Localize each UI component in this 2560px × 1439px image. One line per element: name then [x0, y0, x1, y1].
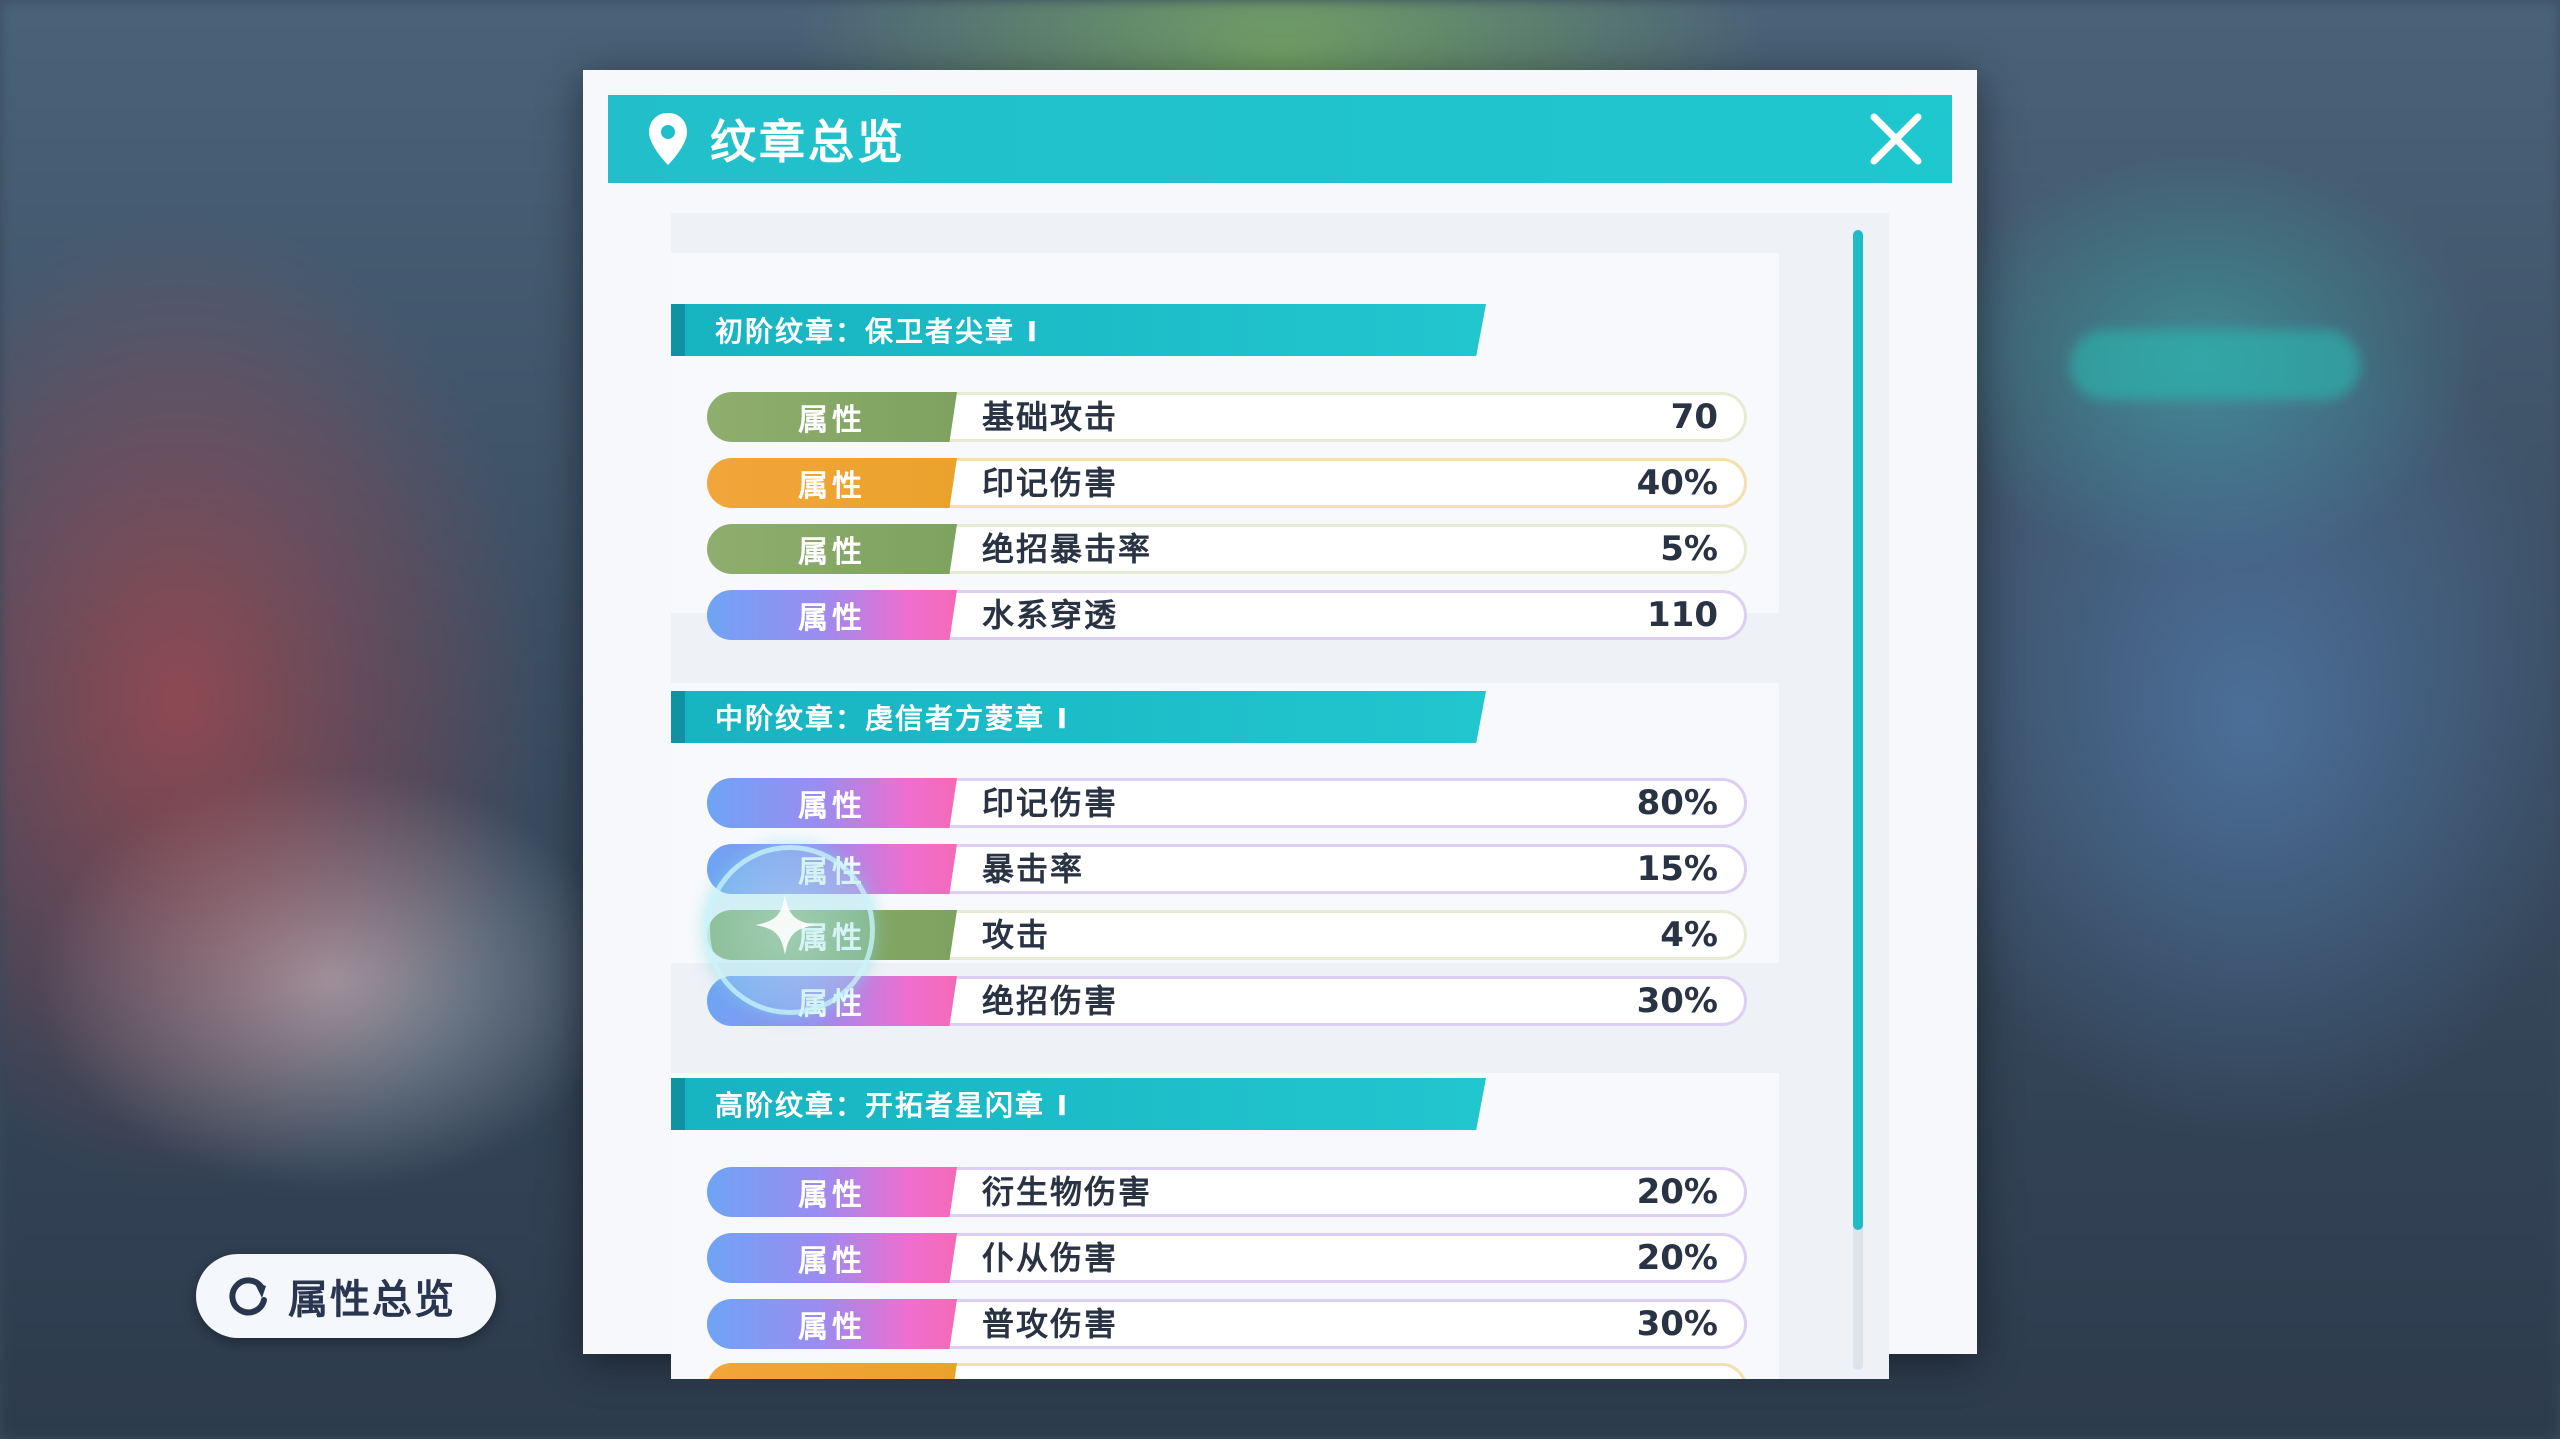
attribute-row: 属性 普攻伤害 30%	[707, 1299, 1747, 1349]
attribute-overview-button[interactable]: 属性总览	[196, 1254, 496, 1338]
attribute-value: 15%	[1636, 849, 1718, 889]
attribute-tag: 属性	[707, 1233, 957, 1283]
attribute-tag: 属性	[707, 1299, 957, 1349]
sparkle-icon	[755, 895, 815, 955]
attribute-tag	[707, 1363, 957, 1379]
close-icon[interactable]	[1864, 107, 1928, 171]
attribute-tag: 属性	[707, 524, 957, 574]
attribute-tag: 属性	[707, 590, 957, 640]
attribute-name: 印记伤害	[982, 784, 1119, 822]
panel-titlebar: 纹章总览	[608, 95, 1952, 183]
attribute-value: 30%	[1636, 981, 1718, 1021]
background-chip	[2070, 330, 2360, 400]
attribute-overview-label: 属性总览	[288, 1277, 456, 1323]
attribute-name: 普攻伤害	[982, 1305, 1119, 1343]
attribute-name: 暴击率	[982, 850, 1085, 888]
attribute-name: 水系穿透	[982, 596, 1119, 634]
section-title: 高阶纹章：开拓者星闪章 I	[715, 1089, 1070, 1122]
attribute-name: 绝招暴击率	[982, 530, 1153, 568]
emblem-list[interactable]: 初阶纹章：保卫者尖章 I 属性 基础攻击 70 属性 印记伤害 40% 属性 绝…	[671, 213, 1889, 1379]
attribute-value: 20%	[1636, 1238, 1718, 1278]
attribute-tag: 属性	[707, 1167, 957, 1217]
attribute-tag: 属性	[707, 458, 957, 508]
attribute-name: 基础攻击	[982, 398, 1119, 436]
attribute-tag: 属性	[707, 392, 957, 442]
section-title: 中阶纹章：虔信者方菱章 I	[715, 702, 1070, 735]
attribute-row: 属性 仆从伤害 20%	[707, 1233, 1747, 1283]
touch-indicator	[705, 845, 875, 1015]
attribute-row: 属性 印记伤害 40%	[707, 458, 1747, 508]
attribute-value: 20%	[1636, 1172, 1718, 1212]
attribute-name: 印记伤害	[982, 464, 1119, 502]
attribute-row: 属性 水系穿透 110	[707, 590, 1747, 640]
attribute-tag: 属性	[707, 778, 957, 828]
attribute-name: 攻击	[982, 916, 1051, 954]
section-header: 高阶纹章：开拓者星闪章 I	[671, 1078, 1486, 1130]
attribute-value: 80%	[1636, 783, 1718, 823]
scrollbar-thumb[interactable]	[1853, 230, 1863, 1230]
section-header: 中阶纹章：虔信者方菱章 I	[671, 691, 1486, 743]
section-header: 初阶纹章：保卫者尖章 I	[671, 304, 1486, 356]
attribute-value: 5%	[1660, 529, 1718, 569]
attribute-row: 属性 绝招伤害 30%	[707, 976, 1747, 1026]
attribute-row: 属性 基础攻击 70	[707, 392, 1747, 442]
attribute-value: 110	[1647, 595, 1718, 635]
attribute-name: 衍生物伤害	[982, 1173, 1153, 1211]
attribute-name: 仆从伤害	[982, 1239, 1119, 1277]
attribute-row: 属性 印记伤害 80%	[707, 778, 1747, 828]
scrollbar[interactable]	[1853, 230, 1863, 1370]
refresh-icon	[229, 1277, 267, 1316]
panel-title: 纹章总览	[710, 115, 906, 169]
attribute-row-partial	[707, 1363, 1747, 1379]
attribute-row: 属性 绝招暴击率 5%	[707, 524, 1747, 574]
section-title: 初阶纹章：保卫者尖章 I	[715, 315, 1040, 348]
attribute-row: 属性 衍生物伤害 20%	[707, 1167, 1747, 1217]
attribute-value: 40%	[1636, 463, 1718, 503]
attribute-value: 30%	[1636, 1304, 1718, 1344]
location-pin-icon	[649, 113, 687, 165]
emblem-overview-panel: 纹章总览 初阶纹章：保卫者尖章 I 属性 基础攻击 70 属性 印记伤害 40%…	[583, 70, 1977, 1379]
attribute-value: 70	[1670, 397, 1718, 437]
attribute-name: 绝招伤害	[982, 982, 1119, 1020]
attribute-value: 4%	[1660, 915, 1718, 955]
